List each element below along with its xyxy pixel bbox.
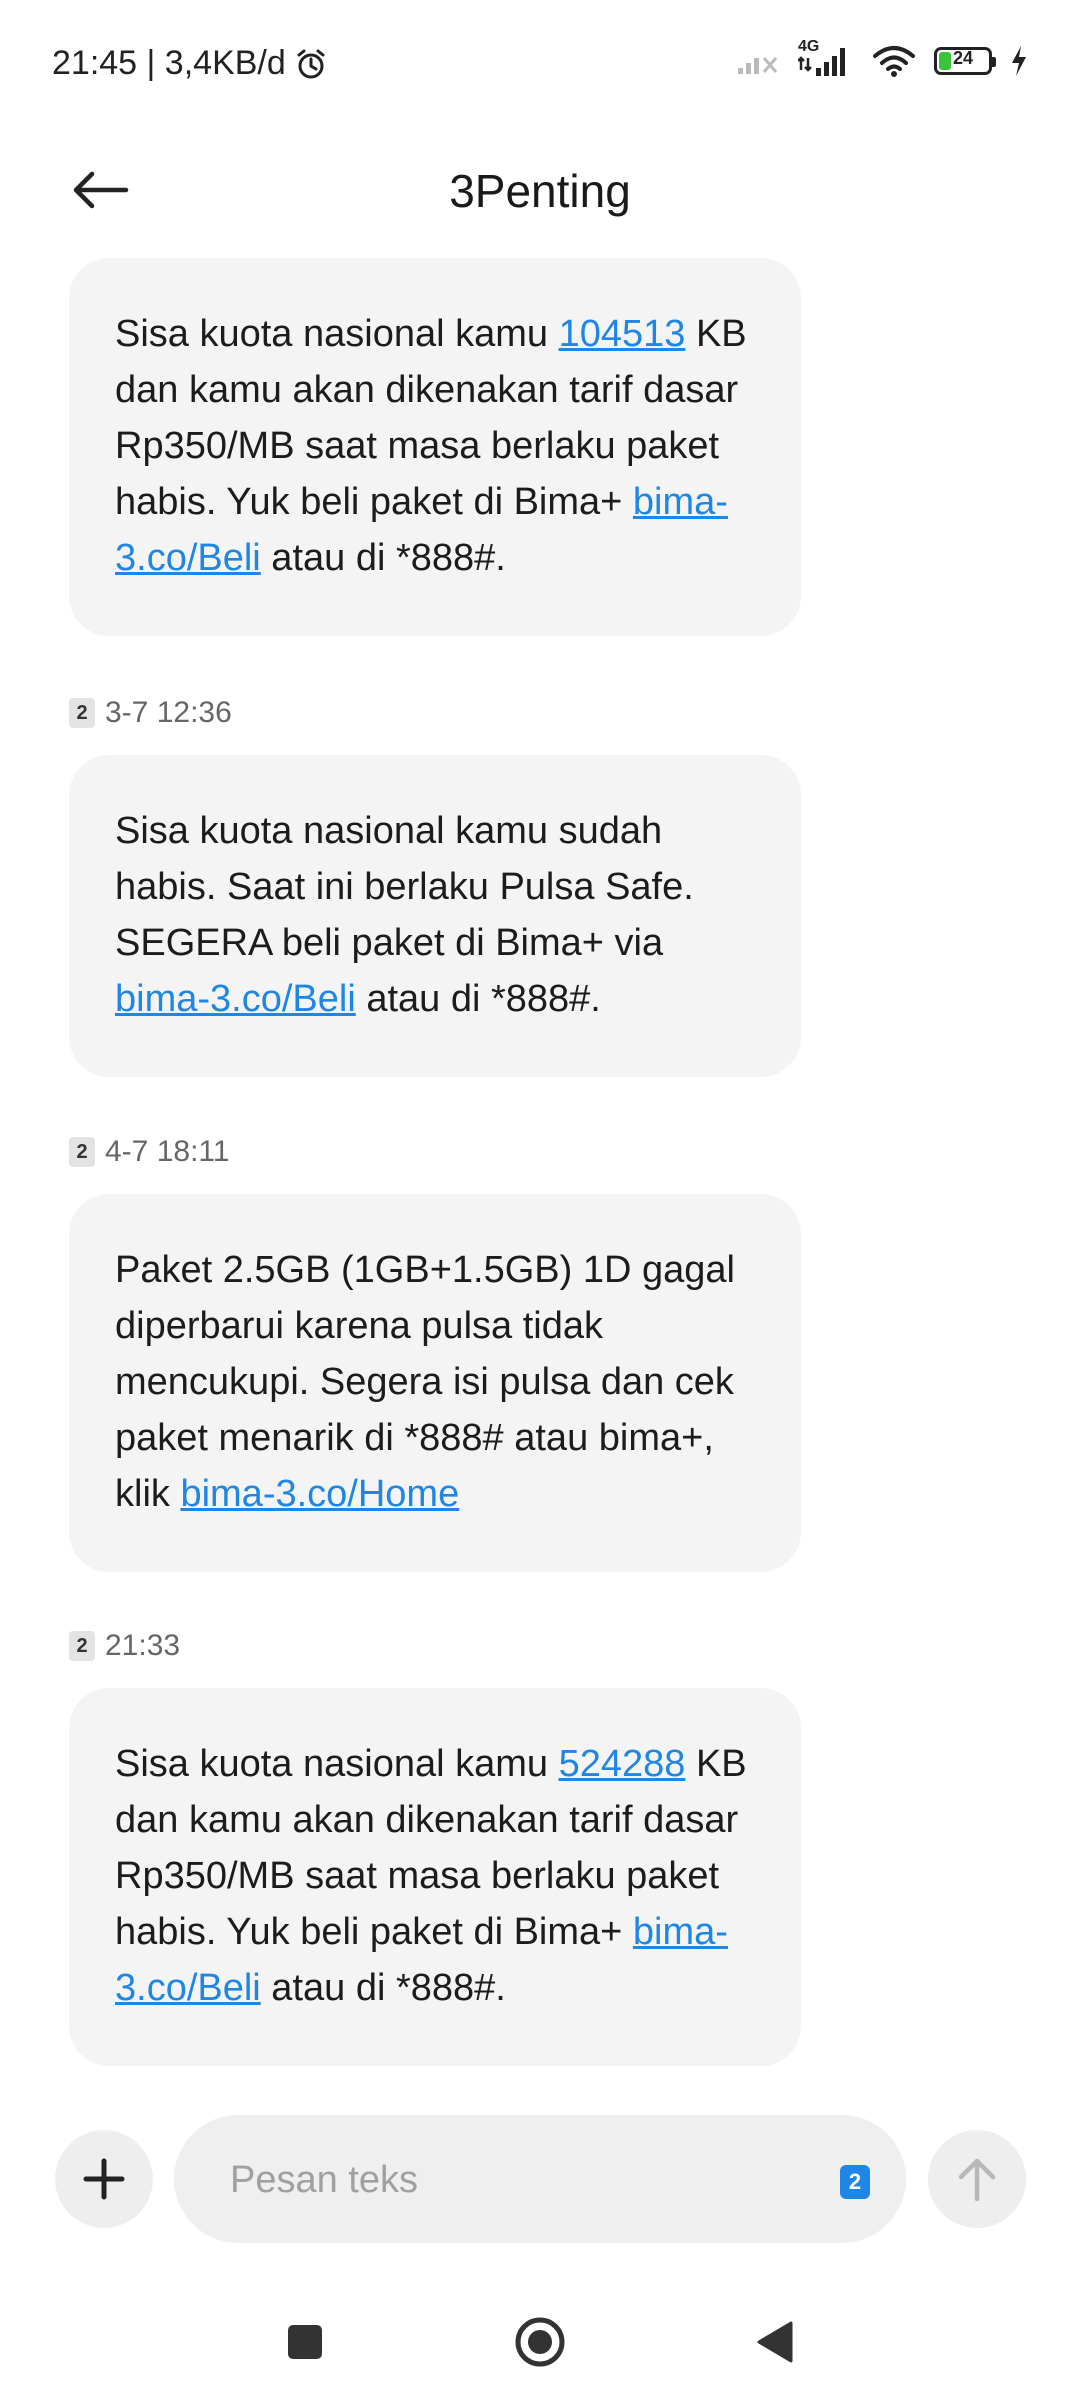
message-item: 2 21:33 Sisa kuota nasional kamu 524288 …	[69, 1626, 801, 2066]
back-nav-button[interactable]	[735, 2302, 815, 2382]
sim-select-button[interactable]: 2	[840, 2165, 870, 2199]
message-timestamp: 3-7 12:36	[105, 696, 232, 729]
message-input-container: 2	[174, 2115, 906, 2245]
attach-button[interactable]	[55, 2130, 153, 2228]
message-input[interactable]	[228, 2115, 792, 2245]
message-item: 2 3-7 12:36 Sisa kuota nasional kamu sud…	[69, 693, 801, 1077]
wifi-icon	[873, 46, 915, 77]
message-text: atau di *888#.	[260, 1967, 506, 2009]
triangle-back-icon	[757, 2321, 793, 2363]
alarm-icon	[297, 49, 325, 78]
message-timestamp: 21:33	[105, 1629, 181, 1662]
sim-badge: 2	[69, 698, 95, 728]
conversation-title: 3Penting	[449, 165, 631, 217]
message-text: Sisa kuota nasional kamu	[115, 313, 559, 355]
charging-icon	[1012, 46, 1026, 76]
conversation-header: 3Penting	[0, 130, 1080, 250]
arrow-up-icon	[958, 2158, 996, 2202]
message-list[interactable]: Sisa kuota nasional kamu 104513 KB dan k…	[0, 250, 1080, 2095]
message-text: atau di *888#.	[355, 978, 601, 1020]
message-meta: 2 3-7 12:36	[69, 693, 801, 733]
system-navigation-bar	[0, 2280, 1080, 2400]
message-timestamp: 4-7 18:11	[105, 1135, 230, 1168]
signal-off-icon	[738, 57, 778, 74]
message-bubble[interactable]: Paket 2.5GB (1GB+1.5GB) 1D gagal diperba…	[69, 1194, 801, 1572]
recents-button[interactable]	[265, 2302, 345, 2382]
status-left: 21:45 | 3,4KB/d	[52, 44, 328, 83]
battery-icon: 24	[934, 47, 996, 75]
status-right: 4G 24	[736, 38, 1028, 78]
message-meta: 2 21:33	[69, 1626, 801, 1666]
message-link[interactable]: 524288	[559, 1743, 686, 1785]
message-link[interactable]: 104513	[559, 313, 686, 355]
signal-4g-icon: 4G	[798, 38, 854, 78]
sim-badge: 2	[69, 1631, 95, 1661]
status-time-speed: 21:45 | 3,4KB/d	[52, 44, 286, 82]
square-icon	[288, 2325, 322, 2359]
message-text: Sisa kuota nasional kamu	[115, 1743, 559, 1785]
message-text: Sisa kuota nasional kamu sudah habis. Sa…	[115, 810, 694, 964]
message-text: atau di *888#.	[260, 537, 506, 579]
message-composer: 2	[0, 2105, 1080, 2245]
send-button[interactable]	[928, 2130, 1026, 2228]
message-link[interactable]: bima-3.co/Home	[180, 1473, 459, 1515]
message-link[interactable]: bima-3.co/Beli	[115, 978, 356, 1020]
message-bubble[interactable]: Sisa kuota nasional kamu 104513 KB dan k…	[69, 258, 801, 636]
sim-badge: 2	[69, 1137, 95, 1167]
home-circle-icon	[515, 2317, 565, 2367]
message-item: 2 4-7 18:11 Paket 2.5GB (1GB+1.5GB) 1D g…	[69, 1132, 801, 1572]
message-item: Sisa kuota nasional kamu 104513 KB dan k…	[69, 258, 801, 636]
status-bar: 21:45 | 3,4KB/d 4G 24	[0, 0, 1080, 130]
plus-icon	[83, 2158, 125, 2200]
message-bubble[interactable]: Sisa kuota nasional kamu sudah habis. Sa…	[69, 755, 801, 1077]
home-button[interactable]	[500, 2302, 580, 2382]
battery-level: 24	[952, 48, 974, 68]
message-bubble[interactable]: Sisa kuota nasional kamu 524288 KB dan k…	[69, 1688, 801, 2066]
message-meta: 2 4-7 18:11	[69, 1132, 801, 1172]
